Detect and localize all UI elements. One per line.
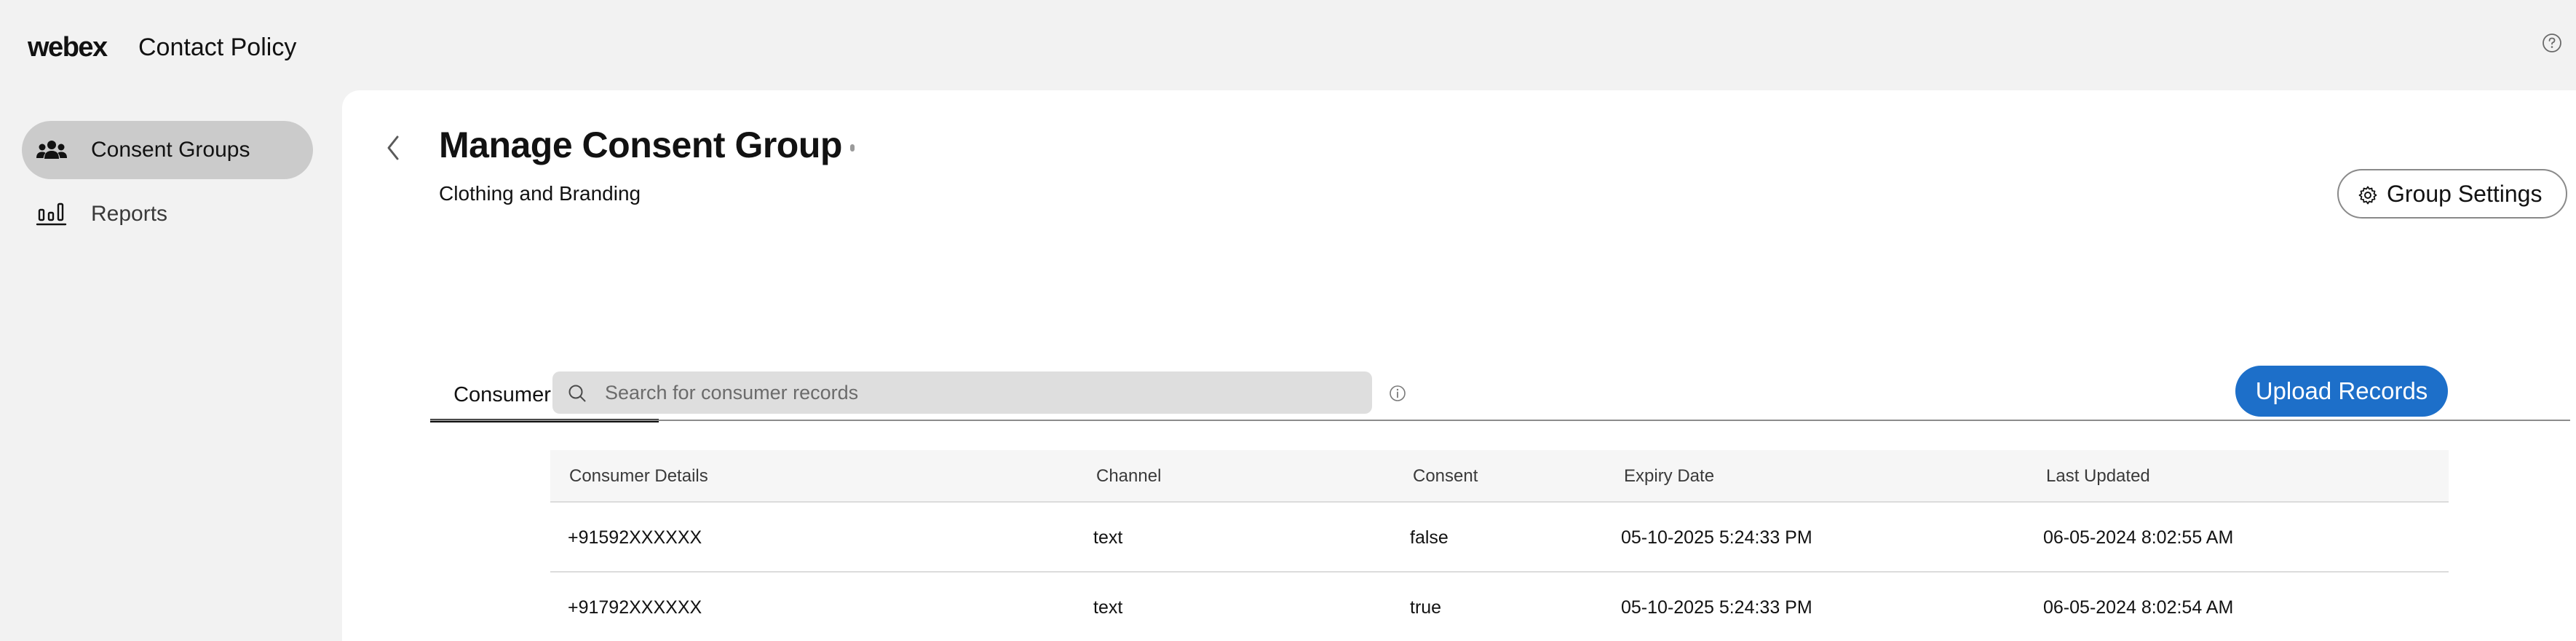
bar-chart-icon: [36, 202, 67, 226]
search-input[interactable]: [605, 371, 1362, 414]
cell-last-updated: 06-05-2024 8:02:54 AM: [2043, 597, 2234, 618]
cell-consent: true: [1410, 597, 1442, 618]
info-icon[interactable]: [1389, 385, 1406, 402]
cell-expiry-date: 05-10-2025 5:24:33 PM: [1621, 597, 1812, 618]
title-indicator: [850, 144, 855, 152]
table-row[interactable]: +91592XXXXXX text false 05-10-2025 5:24:…: [550, 503, 2449, 573]
sidebar-item-label: Reports: [91, 202, 168, 226]
cell-expiry-date: 05-10-2025 5:24:33 PM: [1621, 527, 1812, 548]
tab-divider: [430, 420, 2570, 421]
column-header-consent[interactable]: Consent: [1413, 466, 1478, 487]
column-header-expiry-date[interactable]: Expiry Date: [1624, 466, 1714, 487]
main-panel: Manage Consent Group Clothing and Brandi…: [342, 90, 2576, 641]
gear-icon: [2358, 186, 2377, 205]
help-circle-icon[interactable]: [2541, 32, 2563, 54]
webex-logo[interactable]: webex: [28, 32, 108, 63]
cell-channel: text: [1093, 527, 1123, 548]
sidebar-item-reports[interactable]: Reports: [22, 185, 313, 243]
group-settings-button[interactable]: Group Settings: [2337, 169, 2567, 219]
cell-channel: text: [1093, 597, 1123, 618]
table-row[interactable]: +91792XXXXXX text true 05-10-2025 5:24:3…: [550, 573, 2449, 641]
cell-consumer-details: +91792XXXXXX: [568, 597, 702, 618]
column-header-channel[interactable]: Channel: [1096, 466, 1161, 487]
column-header-consumer-details[interactable]: Consumer Details: [569, 466, 708, 487]
group-settings-label: Group Settings: [2387, 180, 2543, 207]
upload-records-button[interactable]: Upload Records: [2235, 366, 2448, 417]
search-icon: [568, 385, 586, 402]
column-header-last-updated[interactable]: Last Updated: [2046, 466, 2150, 487]
app-title: Contact Policy: [138, 34, 297, 61]
search-box[interactable]: [552, 371, 1372, 414]
sidebar-item-consent-groups[interactable]: Consent Groups: [22, 121, 313, 179]
table-header: Consumer Details Channel Consent Expiry …: [550, 450, 2449, 503]
page-title: Manage Consent Group: [439, 125, 842, 165]
chevron-left-icon[interactable]: [383, 133, 405, 163]
sidebar-item-label: Consent Groups: [91, 138, 250, 162]
people-group-icon: [36, 141, 67, 159]
cell-consumer-details: +91592XXXXXX: [568, 527, 702, 548]
cell-last-updated: 06-05-2024 8:02:55 AM: [2043, 527, 2234, 548]
app-header: webex Contact Policy: [0, 0, 2576, 90]
consumer-records-table: Consumer Details Channel Consent Expiry …: [550, 450, 2449, 641]
cell-consent: false: [1410, 527, 1448, 548]
sidebar: Consent Groups Reports: [0, 90, 342, 641]
page-subtitle: Clothing and Branding: [439, 182, 641, 205]
